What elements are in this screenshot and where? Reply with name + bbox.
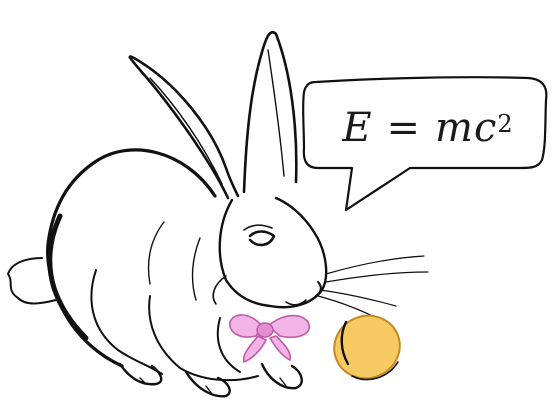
- rabbit-cheek: [212, 275, 227, 305]
- golden-egg: [333, 314, 401, 381]
- rabbit-ear-left: [128, 55, 240, 200]
- rabbit-ear-right-inner: [267, 49, 285, 177]
- pink-bow: [229, 314, 311, 363]
- rabbit-back-outline: [46, 148, 217, 368]
- equation-lhs: E: [342, 105, 373, 151]
- illustration-canvas: [7, 31, 548, 398]
- rabbit-front-foot-right: [260, 362, 303, 390]
- rabbit-head: [218, 196, 328, 309]
- rabbit-chest: [148, 295, 259, 382]
- rabbit-ear-right: [242, 31, 298, 194]
- rabbit-eye: [248, 230, 276, 247]
- rabbit-back-foot: [118, 362, 163, 386]
- rabbit-neck-line: [191, 237, 201, 301]
- speech-bubble-equation: E = mc 2: [318, 96, 538, 160]
- rabbit-shoulder-line: [147, 221, 165, 285]
- rabbit-whiskers: [317, 255, 429, 325]
- equation-rhs-exponent: 2: [497, 110, 514, 138]
- rabbit-front-foot-left: [184, 370, 231, 398]
- equation-operator: =: [386, 105, 422, 151]
- rabbit-eyebrow: [243, 224, 273, 231]
- equation-rhs-base: mc: [435, 105, 498, 151]
- rabbit-back-shadow: [47, 213, 89, 341]
